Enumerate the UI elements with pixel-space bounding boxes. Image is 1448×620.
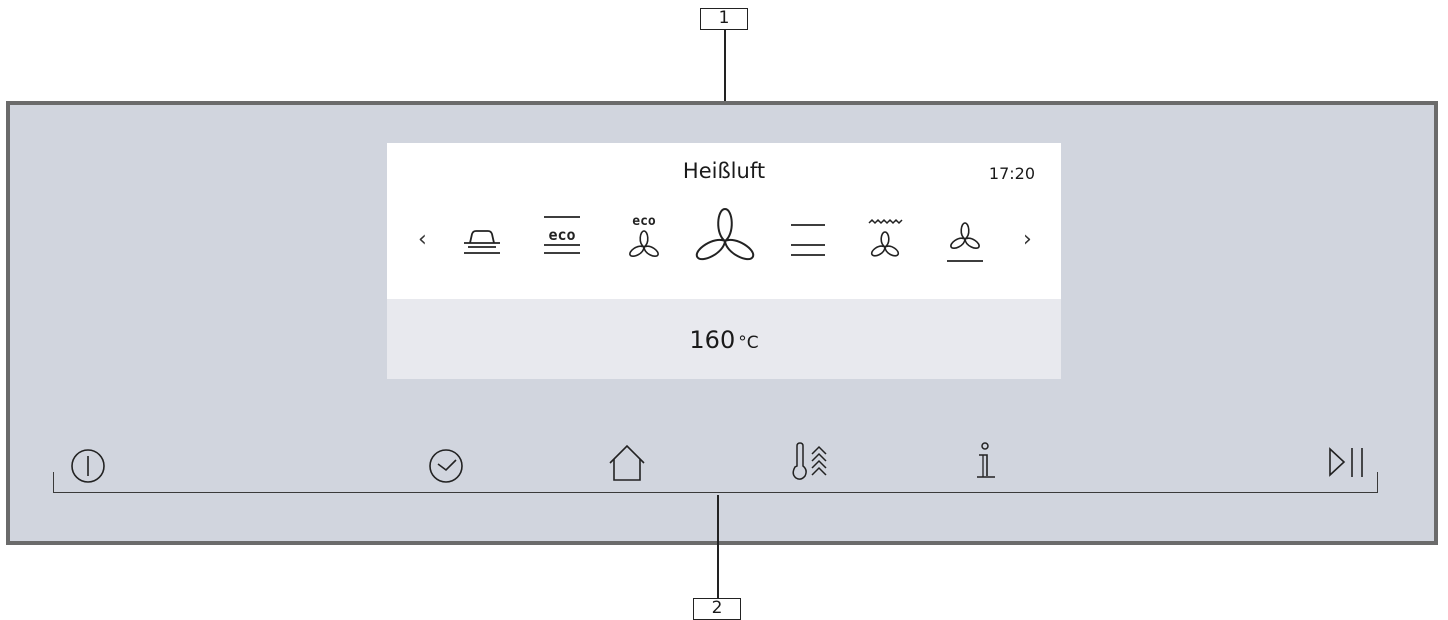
- temperature-steam-icon[interactable]: [788, 440, 836, 484]
- eco-heat-icon[interactable]: eco: [540, 215, 584, 261]
- callout-1: 1: [700, 8, 748, 30]
- svg-text:eco: eco: [632, 214, 656, 229]
- timer-icon[interactable]: [426, 446, 466, 486]
- temperature-unit: °C: [738, 333, 759, 353]
- temperature-readout: 160 °C: [387, 326, 1061, 354]
- callout-2-label: 2: [711, 598, 723, 618]
- nav-right-arrow[interactable]: ›: [1023, 227, 1032, 252]
- svg-text:eco: eco: [548, 226, 575, 244]
- power-icon[interactable]: [68, 446, 108, 486]
- nav-left-arrow[interactable]: ‹: [418, 227, 427, 252]
- fan-bottom-heat-icon[interactable]: [943, 217, 987, 265]
- start-pause-icon[interactable]: [1326, 444, 1370, 484]
- info-icon[interactable]: [970, 440, 1002, 484]
- temperature-value: 160: [689, 326, 736, 354]
- bake-tray-icon[interactable]: [460, 223, 504, 263]
- grill-fan-icon[interactable]: [865, 217, 905, 263]
- clock-time: 17:20: [988, 164, 1035, 183]
- mode-title: Heißluft: [682, 159, 766, 183]
- touch-controls-bracket: [53, 472, 1378, 493]
- display-screen: Heißluft 17:20 ‹ › eco eco 160 °C: [387, 143, 1061, 379]
- temperature-area[interactable]: 160 °C: [387, 299, 1061, 379]
- leader-line-2: [717, 495, 719, 598]
- top-bottom-heat-icon[interactable]: [787, 223, 829, 259]
- eco-fan-icon[interactable]: eco: [624, 211, 664, 263]
- home-icon[interactable]: [606, 442, 648, 484]
- callout-2: 2: [693, 598, 741, 620]
- fan-heat-icon-selected[interactable]: [689, 201, 761, 273]
- callout-1-label: 1: [718, 8, 730, 28]
